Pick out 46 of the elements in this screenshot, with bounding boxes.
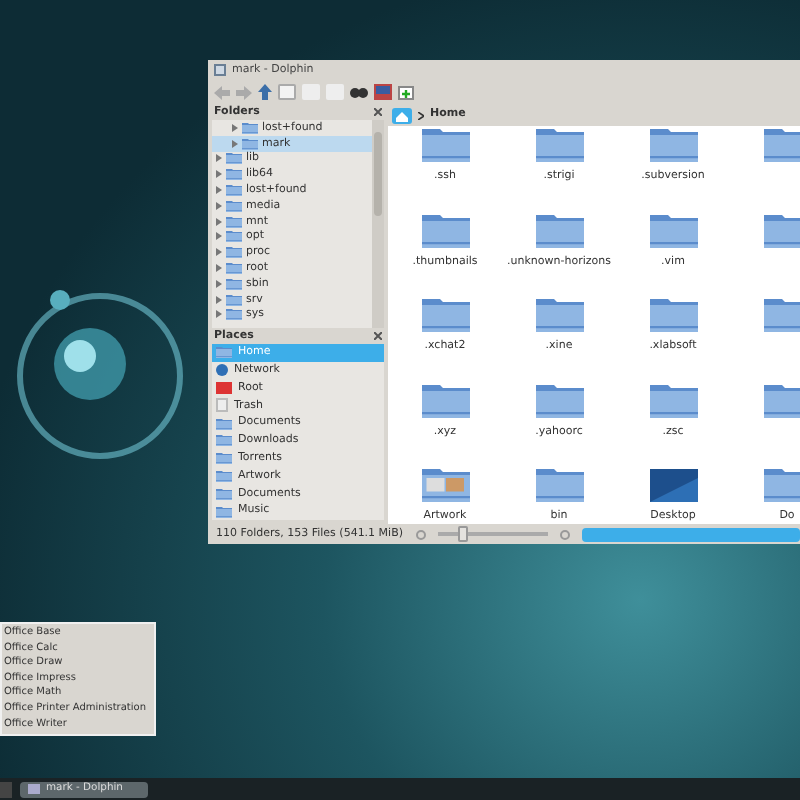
folder-icon [649, 381, 697, 417]
folder-icon [226, 168, 242, 181]
folder-icon [649, 126, 697, 162]
folder-icon [421, 211, 469, 247]
folder-icon [763, 466, 800, 502]
desktop-folder-icon [649, 466, 697, 502]
folder-icon [216, 417, 232, 430]
home-icon[interactable] [392, 107, 412, 123]
close-icon[interactable] [374, 332, 382, 340]
globe-icon [216, 364, 228, 377]
up-arrow-icon[interactable] [258, 84, 272, 100]
folder-icon [421, 126, 469, 162]
folder-icon [535, 126, 583, 162]
folder-icon [216, 434, 232, 447]
root-folder-icon [216, 381, 232, 394]
zoom-in-icon[interactable] [559, 529, 569, 539]
folder-icon [421, 381, 469, 417]
zoom-out-icon[interactable] [415, 529, 425, 539]
folder-icon [649, 211, 697, 247]
folder-icon [763, 381, 800, 417]
icons-view-button[interactable] [278, 84, 296, 100]
scrollbar[interactable] [372, 120, 384, 328]
folder-icon [763, 126, 800, 162]
window-icon [28, 784, 40, 794]
folder-icon [216, 505, 232, 518]
folder-icon [242, 121, 258, 134]
folder-icon [649, 296, 697, 332]
split-view-icon[interactable] [398, 85, 414, 99]
folder-icon [763, 211, 800, 247]
window-icon [214, 64, 226, 76]
binoculars-icon[interactable] [350, 86, 368, 98]
folder-icon [216, 469, 232, 482]
folder-icon [535, 381, 583, 417]
folder-icon [763, 296, 800, 332]
folder-icon [421, 296, 469, 332]
slider-handle[interactable] [457, 526, 467, 542]
folder-icon [226, 246, 242, 259]
home-folder-icon [216, 346, 232, 359]
folder-icon [535, 211, 583, 247]
close-icon[interactable] [374, 108, 382, 116]
folder-icon [216, 487, 232, 500]
chevron-icon [418, 111, 424, 119]
pictures-folder-icon [421, 466, 469, 502]
folder-icon [535, 466, 583, 502]
folder-icon [216, 452, 232, 465]
folder-icon [535, 296, 583, 332]
